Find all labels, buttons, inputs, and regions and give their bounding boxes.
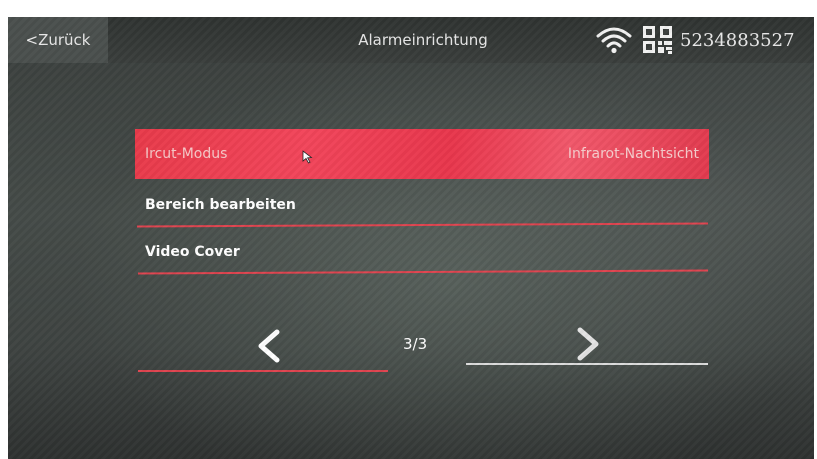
menu-item-ircut-mode[interactable]: Ircut-Modus Infrarot-Nachtsicht	[135, 129, 709, 179]
page-title-text: Alarmeinrichtung	[358, 31, 488, 49]
top-bar: <Zurück Alarmeinrichtung 5234883527	[8, 17, 814, 63]
menu-item-label: Bereich bearbeiten	[145, 197, 296, 213]
previous-page-chevron-icon[interactable]	[253, 326, 283, 366]
pager-underline-right	[466, 363, 708, 365]
device-id: 5234883527	[680, 29, 795, 51]
menu-item-label: Ircut-Modus	[145, 146, 228, 162]
page-title: Alarmeinrichtung	[308, 17, 538, 63]
menu-item-value: Infrarot-Nachtsicht	[567, 146, 699, 162]
wifi-icon	[596, 27, 632, 54]
back-button[interactable]: <Zurück	[8, 17, 108, 63]
page-indicator: 3/3	[403, 335, 428, 353]
mouse-cursor-icon	[302, 150, 313, 164]
qr-code-icon[interactable]	[642, 25, 674, 55]
screen: <Zurück Alarmeinrichtung 5234883527 Ircu…	[8, 17, 814, 459]
menu-item-label: Video Cover	[145, 244, 240, 260]
next-page-chevron-icon[interactable]	[574, 324, 604, 364]
back-button-label: <Zurück	[25, 31, 91, 49]
pager-underline-left	[138, 370, 388, 372]
